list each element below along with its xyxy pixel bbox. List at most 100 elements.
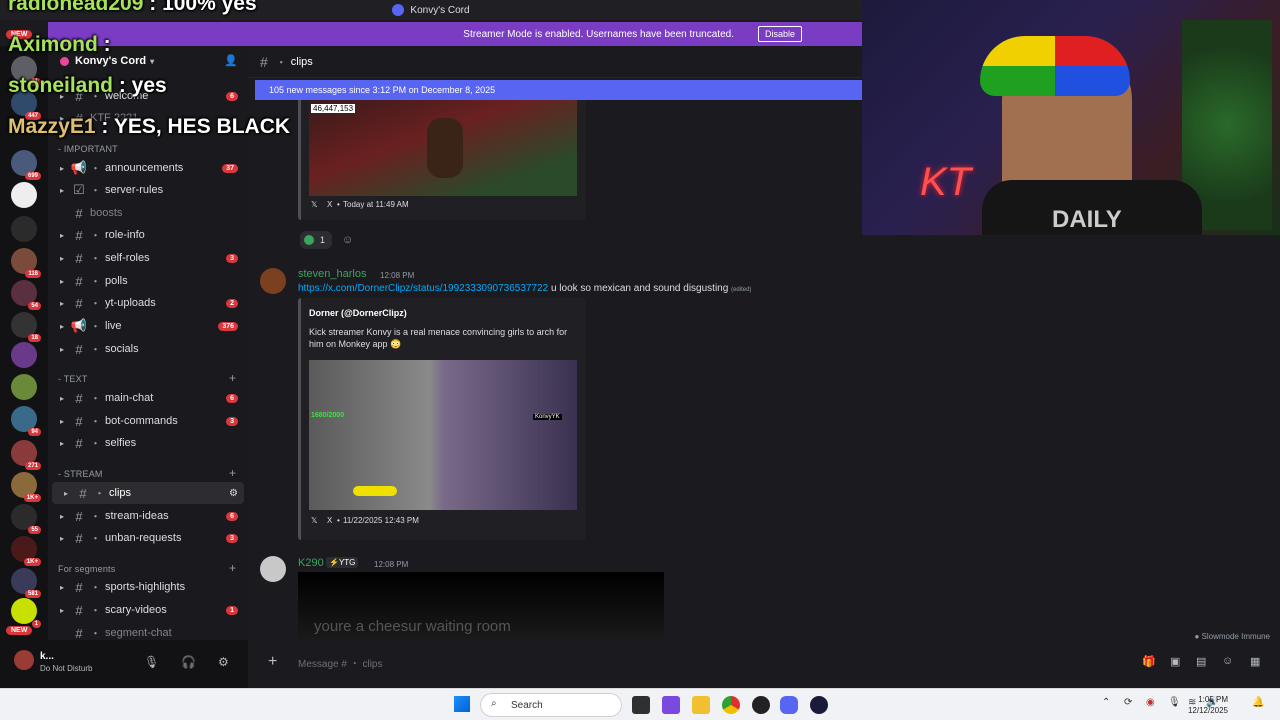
message-input[interactable]: Message # ・ clips bbox=[298, 655, 382, 670]
app-icon[interactable] bbox=[810, 696, 828, 714]
channel-unban-requests[interactable]: ▸ # ・ unban-requests 3 bbox=[48, 527, 248, 549]
search-input[interactable]: ⌕ Search bbox=[480, 693, 622, 717]
view-count: 46,447,153 bbox=[311, 104, 356, 113]
embed-author[interactable]: Dorner (@DornerClipz) bbox=[309, 308, 407, 318]
channel-self-roles[interactable]: ▸ # ・ self-roles 3 bbox=[48, 247, 248, 269]
channel-selfies[interactable]: ▸ # ・ selfies bbox=[48, 432, 248, 454]
server-icon-17[interactable]: 1 bbox=[11, 598, 41, 628]
message-author[interactable]: steven_harlos bbox=[298, 268, 367, 280]
channel-polls[interactable]: ▸ # ・ polls bbox=[48, 270, 248, 292]
channel-boosts[interactable]: # boosts bbox=[48, 202, 248, 224]
sticker-icon[interactable]: ▤ bbox=[1196, 655, 1206, 668]
file-explorer-icon[interactable] bbox=[692, 696, 710, 714]
server-icon-6[interactable]: 116 bbox=[11, 248, 41, 278]
message-link[interactable]: https://x.com/DornerClipz/status/1992333… bbox=[298, 283, 548, 294]
gift-icon[interactable]: 🎁 bbox=[1142, 655, 1156, 668]
channel-server-rules[interactable]: ▸ ☑ ・ server-rules bbox=[48, 179, 248, 201]
embed-description: Kick streamer Konvy is a real menace con… bbox=[309, 327, 568, 349]
avatar[interactable] bbox=[260, 556, 286, 582]
video-player[interactable]: youre a cheesur waiting room bbox=[298, 572, 664, 640]
server-icon-3[interactable]: 699 bbox=[11, 150, 41, 180]
chevron-up-icon[interactable]: ⌃ bbox=[1102, 697, 1110, 708]
chevron-down-icon: ▾ bbox=[150, 56, 155, 66]
overlay-chat-line: stoneiland : yes bbox=[8, 74, 167, 97]
gif-icon[interactable]: ▣ bbox=[1170, 655, 1180, 668]
category-segments[interactable]: For segments bbox=[58, 564, 115, 574]
emoji-icon[interactable]: ☺ bbox=[1222, 655, 1233, 667]
windows-start-icon[interactable] bbox=[454, 696, 470, 712]
chat-header: # ・ clips bbox=[248, 46, 862, 78]
settings-gear-icon: ⚙ bbox=[229, 487, 238, 499]
channel-clips[interactable]: ▸ # ・ clips ⚙ bbox=[52, 482, 244, 504]
x-logo-icon: 𝕏 bbox=[311, 200, 318, 209]
apps-icon[interactable]: ▦ bbox=[1250, 655, 1260, 668]
server-icon-12[interactable]: 271 bbox=[11, 440, 41, 470]
new-unreads-pill-bottom[interactable]: NEW bbox=[6, 626, 33, 635]
server-icon-14[interactable]: 55 bbox=[11, 504, 41, 534]
window-title: Konvy's Cord bbox=[410, 4, 470, 16]
propeller-hat bbox=[980, 36, 1130, 96]
notification-bell-icon[interactable]: 🔔 bbox=[1252, 697, 1264, 708]
channel-scary-videos[interactable]: ▸ # ・ scary-videos 1 bbox=[48, 599, 248, 621]
video-caption: youre a cheesur waiting room bbox=[314, 618, 511, 635]
headphones-icon[interactable]: 🎧 bbox=[181, 655, 196, 669]
add-channel-icon[interactable]: + bbox=[229, 561, 236, 575]
microphone-icon[interactable]: 🎙 bbox=[144, 655, 159, 669]
server-icon-10[interactable] bbox=[11, 374, 37, 400]
channel-role-info[interactable]: ▸ # ・ role-info bbox=[48, 224, 248, 246]
obs-icon[interactable] bbox=[752, 696, 770, 714]
channel-socials[interactable]: ▸ # ・ socials bbox=[48, 338, 248, 360]
video-thumbnail[interactable]: 1680/2000 KonvyYK bbox=[309, 360, 577, 510]
copilot-icon[interactable] bbox=[662, 696, 680, 714]
embed-date: 11/22/2025 12:43 PM bbox=[343, 516, 419, 525]
server-boost-icon bbox=[60, 56, 69, 66]
user-name[interactable]: k... bbox=[40, 651, 54, 662]
video-thumbnail[interactable]: 46,447,153 bbox=[309, 100, 577, 196]
category-text[interactable]: - TEXT bbox=[58, 374, 88, 384]
add-channel-icon[interactable]: + bbox=[229, 466, 236, 480]
discord-logo-icon bbox=[392, 4, 405, 16]
system-clock[interactable]: 1:05 PM 12/12/2025 bbox=[1188, 694, 1228, 716]
disable-streamer-mode-button[interactable]: Disable bbox=[757, 26, 802, 42]
new-messages-bar[interactable]: 105 new messages since 3:12 PM on Decemb… bbox=[255, 80, 862, 100]
server-icon-8[interactable]: 18 bbox=[11, 312, 41, 342]
channel-announcements[interactable]: ▸ 📢 ・ announcements 37 bbox=[48, 157, 248, 179]
category-stream[interactable]: - STREAM bbox=[58, 469, 103, 479]
server-icon-5[interactable] bbox=[11, 216, 37, 242]
channel-stream-ideas[interactable]: ▸ # ・ stream-ideas 6 bbox=[48, 505, 248, 527]
embed-card: Dorner (@DornerClipz) Kick streamer Konv… bbox=[298, 298, 586, 540]
settings-gear-icon[interactable]: ⚙ bbox=[218, 655, 229, 669]
server-icon-16[interactable]: 581 bbox=[11, 568, 41, 598]
server-icon-4[interactable] bbox=[11, 182, 37, 208]
category-important[interactable]: - IMPORTANT bbox=[58, 144, 118, 154]
discord-icon[interactable] bbox=[780, 696, 798, 714]
server-icon-11[interactable]: 94 bbox=[11, 406, 41, 436]
tray-icon[interactable]: ⟳ bbox=[1124, 697, 1132, 708]
channel-live[interactable]: ▸ 📢 ・ live 376 bbox=[48, 315, 248, 337]
microphone-icon[interactable]: 🎙 bbox=[1168, 697, 1181, 708]
person-figure bbox=[427, 118, 463, 178]
megaphone-icon: 📢 bbox=[70, 318, 88, 333]
message-author[interactable]: K290 bbox=[298, 557, 324, 569]
avatar[interactable] bbox=[260, 268, 286, 294]
server-icon-15[interactable]: 1K+ bbox=[11, 536, 41, 566]
tray-icon[interactable]: ◉ bbox=[1146, 697, 1155, 708]
avatar[interactable] bbox=[14, 650, 34, 670]
task-view-icon[interactable] bbox=[632, 696, 650, 714]
server-icon-9[interactable] bbox=[11, 342, 37, 368]
server-icon-7[interactable]: 54 bbox=[11, 280, 41, 310]
channel-bot-commands[interactable]: ▸ # ・ bot-commands 3 bbox=[48, 410, 248, 432]
channel-sports-highlights[interactable]: ▸ # ・ sports-highlights bbox=[48, 576, 248, 598]
add-reaction-icon[interactable]: ☺ bbox=[342, 234, 353, 246]
overlay-chat-line: radiohead209 : 100% yes bbox=[8, 0, 257, 15]
reaction[interactable]: 1 bbox=[300, 231, 332, 249]
add-channel-icon[interactable]: + bbox=[229, 371, 236, 385]
channel-main-chat[interactable]: ▸ # ・ main-chat 6 bbox=[48, 387, 248, 409]
server-icon-13[interactable]: 1K+ bbox=[11, 472, 41, 502]
chrome-icon[interactable] bbox=[722, 696, 740, 714]
invite-people-icon[interactable]: 👤 bbox=[224, 55, 238, 67]
add-attachment-icon[interactable]: + bbox=[268, 653, 277, 671]
channel-yt-uploads[interactable]: ▸ # ・ yt-uploads 2 bbox=[48, 292, 248, 314]
embed-card: 46,447,153 𝕏 X • Today at 11:49 AM bbox=[298, 100, 586, 220]
overlay-chat-line: Aximond : bbox=[8, 33, 111, 56]
